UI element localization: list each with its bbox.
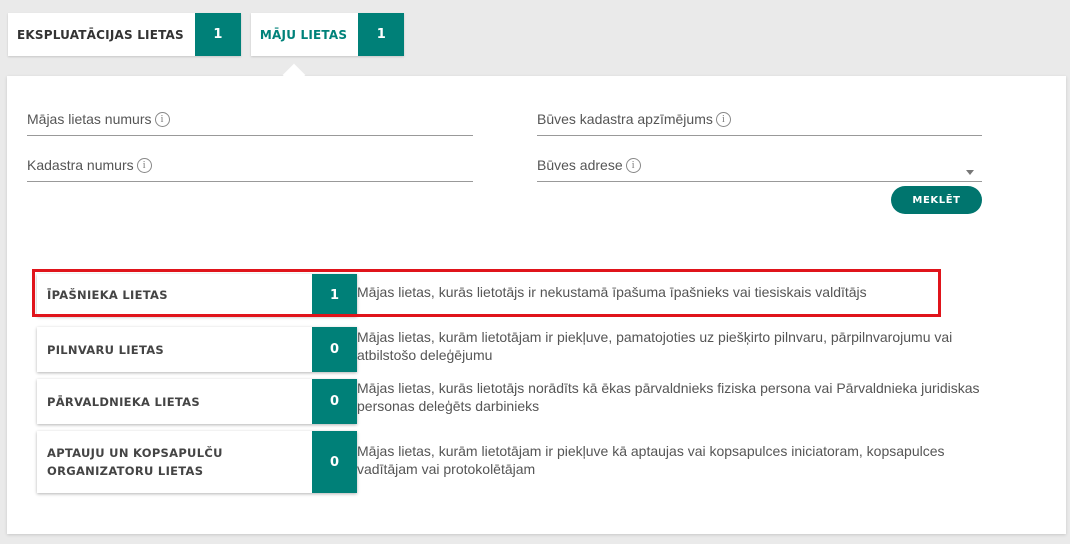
- category-label: PĀRVALDNIEKA LIETAS: [47, 394, 200, 409]
- category-row-authorization: PILNVARU LIETAS 0: [37, 327, 357, 372]
- building-cadastre-field[interactable]: Būves kadastra apzīmējums i: [537, 89, 982, 136]
- category-card-owner-cases[interactable]: ĪPAŠNIEKA LIETAS 1: [37, 274, 357, 316]
- tab-count-badge: 1: [358, 13, 405, 56]
- category-card-manager-cases[interactable]: PĀRVALDNIEKA LIETAS 0: [37, 379, 357, 424]
- category-label: ĪPAŠNIEKA LIETAS: [47, 288, 168, 302]
- category-row-owner: ĪPAŠNIEKA LIETAS 1: [37, 274, 357, 316]
- tab-label: EKSPLUATĀCIJAS LIETAS: [17, 27, 184, 42]
- category-label: APTAUJU UN KOPSAPULČU ORGANIZATORU LIETA…: [47, 446, 223, 478]
- category-count-badge: 0: [312, 327, 357, 372]
- category-description: Mājas lietas, kurām lietotājam ir piekļu…: [357, 329, 953, 363]
- category-description: Mājas lietas, kurām lietotājam ir piekļu…: [357, 443, 945, 477]
- chevron-down-icon[interactable]: [966, 170, 974, 175]
- cadastre-number-input[interactable]: [27, 161, 473, 181]
- category-description: Mājas lietas, kurās lietotājs norādīts k…: [357, 380, 980, 414]
- tab-count-badge: 1: [194, 13, 241, 56]
- house-cases-panel: Mājas lietas numurs i Būves kadastra apzī…: [7, 63, 1066, 534]
- category-row-organizers: APTAUJU UN KOPSAPULČU ORGANIZATORU LIETA…: [37, 431, 357, 493]
- category-card-authorization-cases[interactable]: PILNVARU LIETAS 0: [37, 327, 357, 372]
- house-case-number-field[interactable]: Mājas lietas numurs i: [27, 89, 473, 136]
- active-tab-pointer: [282, 63, 306, 87]
- case-type-tabs: EKSPLUATĀCIJAS LIETAS 1 MĀJU LIETAS 1: [8, 13, 414, 56]
- category-description: Mājas lietas, kurās lietotājs ir nekusta…: [357, 284, 867, 300]
- cadastre-number-field[interactable]: Kadastra numurs i: [27, 135, 473, 182]
- building-address-field[interactable]: Būves adrese i: [537, 135, 982, 182]
- category-count-badge: 0: [312, 431, 357, 493]
- category-count-badge: 0: [312, 379, 357, 424]
- building-cadastre-input[interactable]: [537, 115, 982, 135]
- category-count-badge: 1: [312, 274, 357, 316]
- building-address-input[interactable]: [537, 161, 982, 181]
- category-label: PILNVARU LIETAS: [47, 342, 164, 357]
- house-case-number-input[interactable]: [27, 115, 473, 135]
- tab-label: MĀJU LIETAS: [259, 27, 348, 42]
- tab-operation-cases[interactable]: EKSPLUATĀCIJAS LIETAS 1: [8, 13, 241, 56]
- search-button[interactable]: MEKLĒT: [891, 186, 982, 214]
- category-card-organizer-cases[interactable]: APTAUJU UN KOPSAPULČU ORGANIZATORU LIETA…: [37, 431, 357, 493]
- tab-house-cases[interactable]: MĀJU LIETAS 1: [250, 13, 405, 56]
- category-row-manager: PĀRVALDNIEKA LIETAS 0: [37, 379, 357, 424]
